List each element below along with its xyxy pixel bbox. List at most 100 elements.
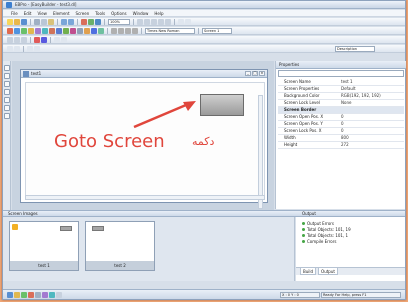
status-tool-icon[interactable] [28,291,34,298]
slide-switch-icon[interactable] [98,27,104,34]
picture-library-icon[interactable] [4,113,10,119]
picture-icon[interactable] [77,27,83,34]
layer-icon[interactable] [7,45,13,52]
status-tool-icon[interactable] [42,291,48,298]
property-value[interactable] [338,107,404,113]
ungroup-icon[interactable] [185,18,191,25]
italic-icon[interactable] [14,36,20,43]
property-row[interactable]: Screen Name test 1 [278,79,404,86]
select-tool-icon[interactable] [4,65,10,71]
text-library-icon[interactable] [4,105,10,111]
line-tool-icon[interactable] [118,27,124,34]
property-value[interactable]: 272 [338,142,404,148]
properties-combo[interactable]: Description [335,45,375,52]
property-value[interactable]: Default [338,86,404,92]
screen-combo[interactable]: Screen 1 [202,27,232,34]
text-tool-icon[interactable] [111,27,117,34]
alarm-display-icon[interactable] [70,27,76,34]
property-row[interactable]: Screen Open Pos. Y 0 [278,121,404,128]
property-row[interactable]: Width 800 [278,135,404,142]
group-icon[interactable] [178,18,184,25]
status-tool-icon[interactable] [21,291,27,298]
property-value[interactable]: 800 [338,135,404,141]
font-combo[interactable]: Times New Roman [145,27,195,34]
minimize-button[interactable]: _ [245,71,251,76]
toggle-switch-icon[interactable] [42,27,48,34]
back-color-icon[interactable] [41,36,47,43]
status-tool-icon[interactable] [14,291,20,298]
property-row[interactable]: Screen Open Pos. X 0 [278,114,404,121]
align-top-icon[interactable] [158,18,164,25]
property-value[interactable]: RGB(192, 192, 192) [338,93,404,99]
undo-icon[interactable] [61,18,67,25]
property-row[interactable]: Background Color RGB(192, 192, 192) [278,93,404,100]
property-row[interactable]: Screen Lock Level None [278,100,404,107]
vertical-scrollbar[interactable] [258,95,263,209]
meter-icon[interactable] [91,27,97,34]
align-bottom-icon[interactable] [165,18,171,25]
property-row[interactable]: Screen Properties Default [278,86,404,93]
numeric-input-icon[interactable] [49,27,55,34]
property-value[interactable]: test 1 [338,79,404,85]
zoom-in-icon[interactable] [27,45,33,52]
rectangle-tool-icon[interactable] [125,27,131,34]
download-icon[interactable] [95,18,101,25]
ascii-input-icon[interactable] [56,27,62,34]
compile-icon[interactable] [81,18,87,25]
maximize-button[interactable]: □ [252,71,258,76]
menu-screen[interactable]: Screen [76,11,90,16]
property-value[interactable]: 0 [338,114,404,120]
property-row[interactable]: Screen Border [278,107,404,114]
save-icon[interactable] [21,18,27,25]
screen-thumbnail[interactable]: test 2 [85,221,155,271]
screen-thumbnail[interactable]: test 1 [9,221,79,271]
status-tool-icon[interactable] [49,291,55,298]
menu-element[interactable]: Element [53,11,70,16]
redo-icon[interactable] [68,18,74,25]
set-bit-icon[interactable] [21,27,27,34]
menu-help[interactable]: Help [154,11,163,16]
bit-lamp-icon[interactable] [7,27,13,34]
shape-tool-icon[interactable] [4,89,10,95]
underline-icon[interactable] [21,36,27,43]
trend-display-icon[interactable] [63,27,69,34]
circle-tool-icon[interactable] [132,27,138,34]
copy-icon[interactable] [41,18,47,25]
property-row[interactable]: Screen Lock Pos. X 0 [278,128,404,135]
menu-file[interactable]: File [11,11,18,16]
property-row[interactable]: Height 272 [278,142,404,149]
zoom-out-icon[interactable] [34,45,40,52]
set-word-icon[interactable] [28,27,34,34]
bring-front-icon[interactable] [54,36,60,43]
menu-tools[interactable]: Tools [95,11,105,16]
function-key-icon[interactable] [35,27,41,34]
align-right-icon[interactable] [151,18,157,25]
tab-build[interactable]: Build [300,268,317,275]
zoom-tool-icon[interactable] [4,81,10,87]
status-tool-icon[interactable] [7,291,13,298]
pan-tool-icon[interactable] [4,73,10,79]
menu-window[interactable]: Window [133,11,149,16]
fore-color-icon[interactable] [34,36,40,43]
new-file-icon[interactable] [7,18,13,25]
property-value[interactable]: 0 [338,128,404,134]
bold-icon[interactable] [7,36,13,43]
menu-edit[interactable]: Edit [24,11,32,16]
word-lamp-icon[interactable] [14,27,20,34]
menu-view[interactable]: View [37,11,47,16]
horizontal-scrollbar[interactable] [25,195,265,200]
status-tool-icon[interactable] [35,291,41,298]
status-tool-icon[interactable] [56,291,62,298]
open-folder-icon[interactable] [14,18,20,25]
grid-icon[interactable] [137,18,143,25]
property-value[interactable]: 0 [338,121,404,127]
screen-canvas[interactable]: Goto Screen دکمه [25,82,265,209]
align-left-icon[interactable] [144,18,150,25]
simulate-icon[interactable] [88,18,94,25]
send-back-icon[interactable] [61,36,67,43]
paste-icon[interactable] [48,18,54,25]
property-value[interactable]: None [338,100,404,106]
zoom-combo[interactable]: 100% [108,18,130,25]
library-tool-icon[interactable] [4,97,10,103]
tab-output[interactable]: Output [318,268,338,275]
